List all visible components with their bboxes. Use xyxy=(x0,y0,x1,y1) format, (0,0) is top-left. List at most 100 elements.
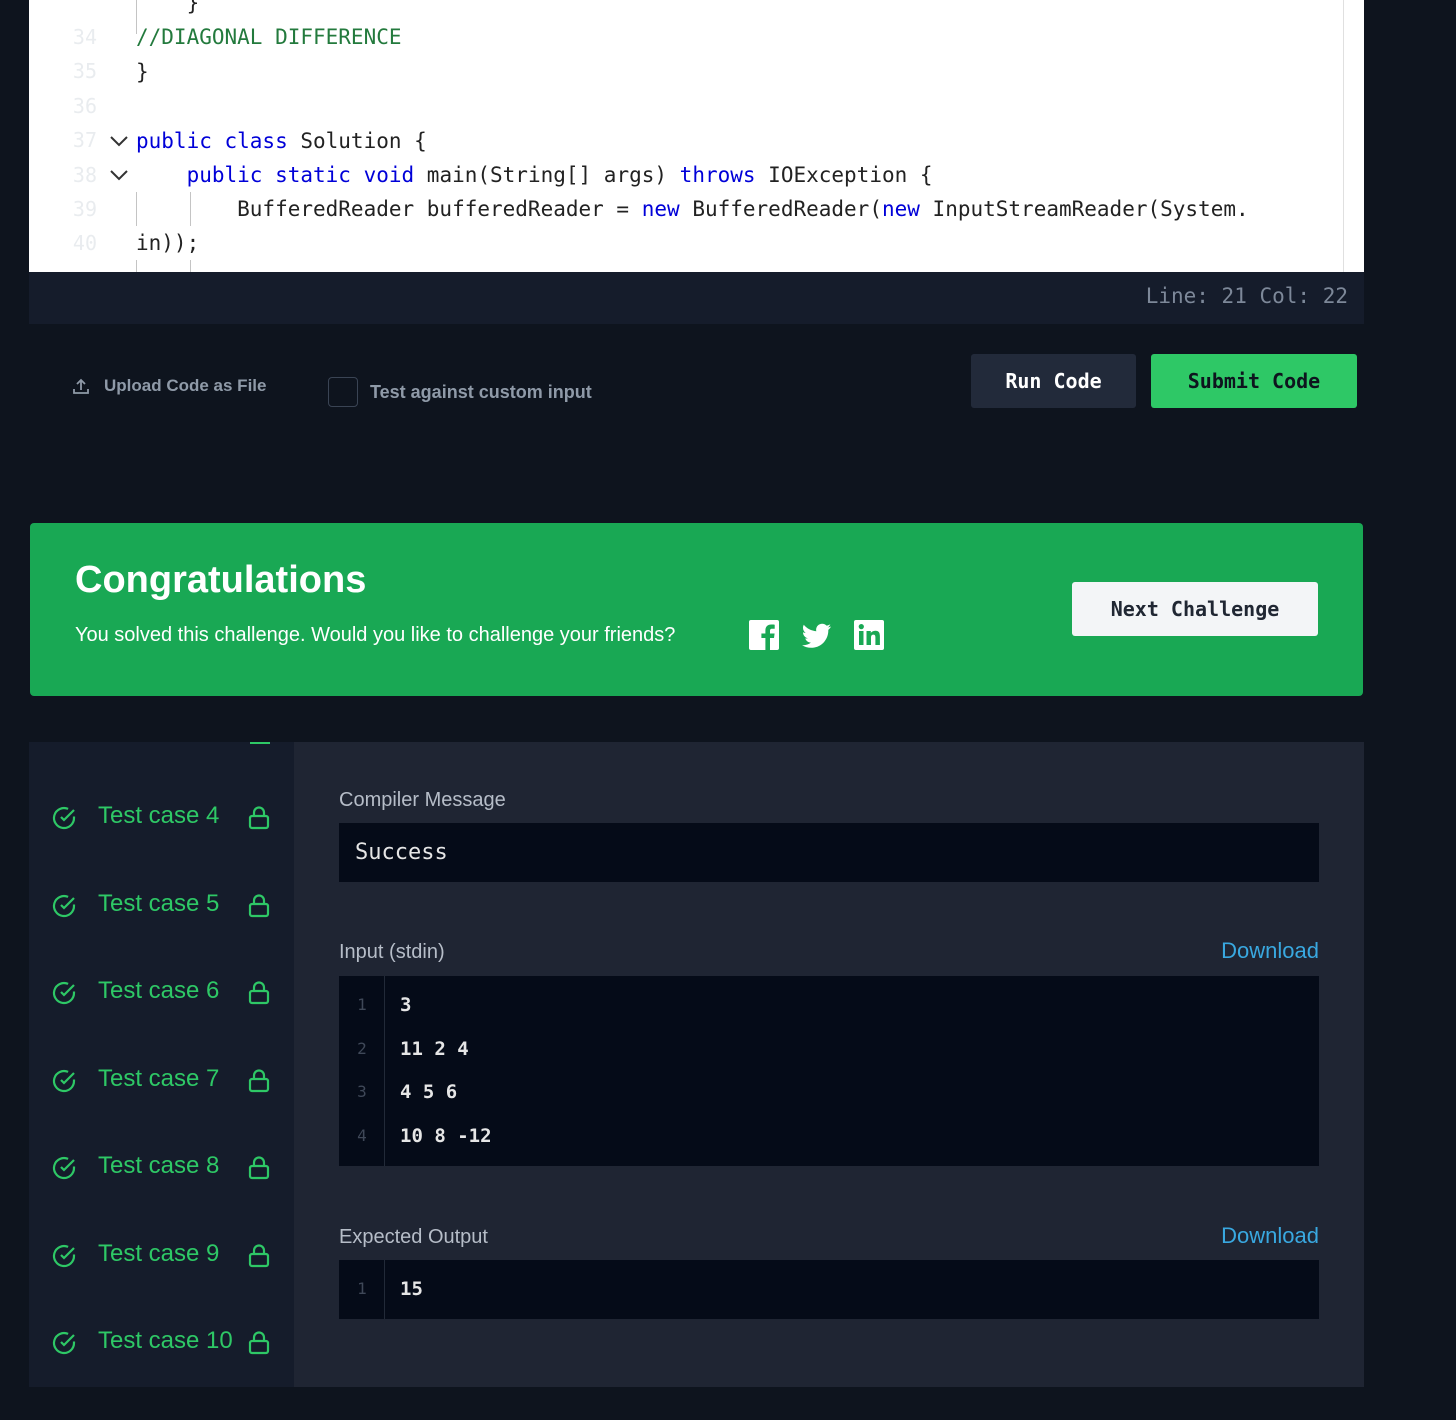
input-download-link[interactable]: Download xyxy=(1221,938,1319,964)
upload-code-button[interactable]: Upload Code as File xyxy=(72,376,266,396)
test-case-label: Test case 6 xyxy=(98,977,220,1004)
congrats-title: Congratulations xyxy=(75,559,367,601)
test-case-label: Test case 4 xyxy=(98,802,220,829)
code-text: } xyxy=(136,0,200,15)
test-case-list: Test case 4 Test case 5 Test case 6 Test… xyxy=(29,742,294,1387)
upload-code-label: Upload Code as File xyxy=(104,376,267,395)
lock-icon xyxy=(248,1244,270,1268)
test-case-label: Test case 5 xyxy=(98,890,220,917)
test-result-panel: Compiler Message Success Input (stdin) D… xyxy=(294,742,1364,1387)
code-text: Solution { xyxy=(287,129,427,153)
input-line: 4 10 8 -12 xyxy=(339,1114,1319,1158)
line-number: 1 xyxy=(357,995,367,1014)
output-text: 15 xyxy=(400,1278,423,1300)
lock-icon xyxy=(248,806,270,830)
code-text: IOException { xyxy=(755,163,933,187)
scroll-indicator xyxy=(250,742,270,744)
check-circle-icon xyxy=(52,1244,76,1268)
code-text: in)); xyxy=(136,231,200,255)
lock-icon xyxy=(248,1331,270,1355)
fold-chevron-icon[interactable] xyxy=(107,124,131,158)
custom-input-label: Test against custom input xyxy=(370,381,592,402)
lock-icon xyxy=(248,894,270,918)
linkedin-icon[interactable] xyxy=(853,619,885,651)
test-case-label: Test case 10 xyxy=(98,1327,233,1354)
code-line: 36 } xyxy=(29,55,1364,118)
code-line: 35 //DIAGONAL DIFFERENCE xyxy=(29,20,1364,83)
check-circle-icon xyxy=(52,806,76,830)
check-circle-icon xyxy=(52,1156,76,1180)
lock-icon xyxy=(248,1156,270,1180)
input-text: 10 8 -12 xyxy=(400,1125,492,1147)
code-keyword: throws xyxy=(679,163,756,187)
input-line: 2 11 2 4 xyxy=(339,1027,1319,1071)
lock-icon xyxy=(248,1069,270,1093)
code-keyword: new xyxy=(641,197,680,221)
code-text: main(String[] args) xyxy=(414,163,680,187)
fold-chevron-icon[interactable] xyxy=(107,158,131,192)
code-comment: //DIAGONAL DIFFERENCE xyxy=(136,25,402,49)
compiler-message-label: Compiler Message xyxy=(339,789,506,811)
expected-output-box: 1 15 xyxy=(339,1260,1319,1319)
test-case-item[interactable]: Test case 4 xyxy=(29,789,294,849)
input-text: 11 2 4 xyxy=(400,1038,469,1060)
custom-input-toggle[interactable]: Test against custom input xyxy=(328,377,592,407)
check-circle-icon xyxy=(52,894,76,918)
editor-status-bar: Line: 21 Col: 22 xyxy=(29,272,1364,324)
code-keyword: public class xyxy=(136,129,288,153)
submit-code-button[interactable]: Submit Code xyxy=(1151,354,1357,408)
check-circle-icon xyxy=(52,1069,76,1093)
run-code-button[interactable]: Run Code xyxy=(971,354,1136,408)
lock-icon xyxy=(248,981,270,1005)
test-case-item[interactable]: Test case 6 xyxy=(29,964,294,1024)
test-case-item[interactable]: Test case 5 xyxy=(29,877,294,937)
compiler-message-box: Success xyxy=(339,823,1319,882)
code-line: 38 public class Solution { xyxy=(29,124,1364,187)
output-line: 1 15 xyxy=(339,1267,1319,1311)
code-line: 34 } xyxy=(29,0,1364,49)
input-text: 3 xyxy=(400,994,412,1016)
test-case-item[interactable]: Test case 9 xyxy=(29,1227,294,1287)
code-text: BufferedReader bufferedReader = xyxy=(136,197,642,221)
test-case-label: Test case 9 xyxy=(98,1240,220,1267)
twitter-icon[interactable] xyxy=(801,619,833,651)
input-line: 3 4 5 6 xyxy=(339,1070,1319,1114)
code-keyword: public static void xyxy=(186,163,415,187)
next-challenge-button[interactable]: Next Challenge xyxy=(1072,582,1318,636)
code-text: InputStreamReader(System. xyxy=(919,197,1249,221)
input-box: 1 3 2 11 2 4 3 4 5 6 4 10 8 -12 xyxy=(339,976,1319,1166)
indent-guide xyxy=(190,260,191,272)
congrats-banner: Congratulations You solved this challeng… xyxy=(30,523,1363,696)
code-line: 37 xyxy=(29,89,1364,152)
code-editor[interactable]: 34 } 35 //DIAGONAL DIFFERENCE 36 } 37 38… xyxy=(29,0,1364,272)
test-case-item[interactable]: Test case 8 xyxy=(29,1139,294,1199)
editor-margin-line xyxy=(1343,0,1344,272)
line-number: 2 xyxy=(357,1039,367,1058)
cursor-position: Line: 21 Col: 22 xyxy=(1145,284,1348,308)
input-text: 4 5 6 xyxy=(400,1081,458,1103)
congrats-message: You solved this challenge. Would you lik… xyxy=(75,624,676,646)
indent-guide xyxy=(136,260,137,272)
line-number: 3 xyxy=(357,1082,367,1101)
test-case-item[interactable]: Test case 7 xyxy=(29,1052,294,1112)
line-number: 4 xyxy=(357,1126,367,1145)
check-circle-icon xyxy=(52,1331,76,1355)
expected-download-link[interactable]: Download xyxy=(1221,1223,1319,1249)
code-line: in)); xyxy=(29,226,1364,260)
code-keyword: new xyxy=(881,197,920,221)
code-line: 39 public static void main(String[] args… xyxy=(29,158,1364,221)
code-text: } xyxy=(136,60,149,84)
test-case-item[interactable]: Test case 10 xyxy=(29,1314,294,1374)
test-case-label: Test case 8 xyxy=(98,1152,220,1179)
check-circle-icon xyxy=(52,981,76,1005)
input-label: Input (stdin) xyxy=(339,941,445,963)
expected-output-label: Expected Output xyxy=(339,1226,488,1248)
custom-input-checkbox[interactable] xyxy=(328,377,358,407)
code-text: BufferedReader( xyxy=(679,197,882,221)
input-line: 1 3 xyxy=(339,983,1319,1027)
facebook-icon[interactable] xyxy=(748,619,780,651)
line-number: 1 xyxy=(357,1279,367,1298)
upload-icon xyxy=(73,378,89,394)
code-line: 40 BufferedReader bufferedReader = new B… xyxy=(29,192,1364,255)
